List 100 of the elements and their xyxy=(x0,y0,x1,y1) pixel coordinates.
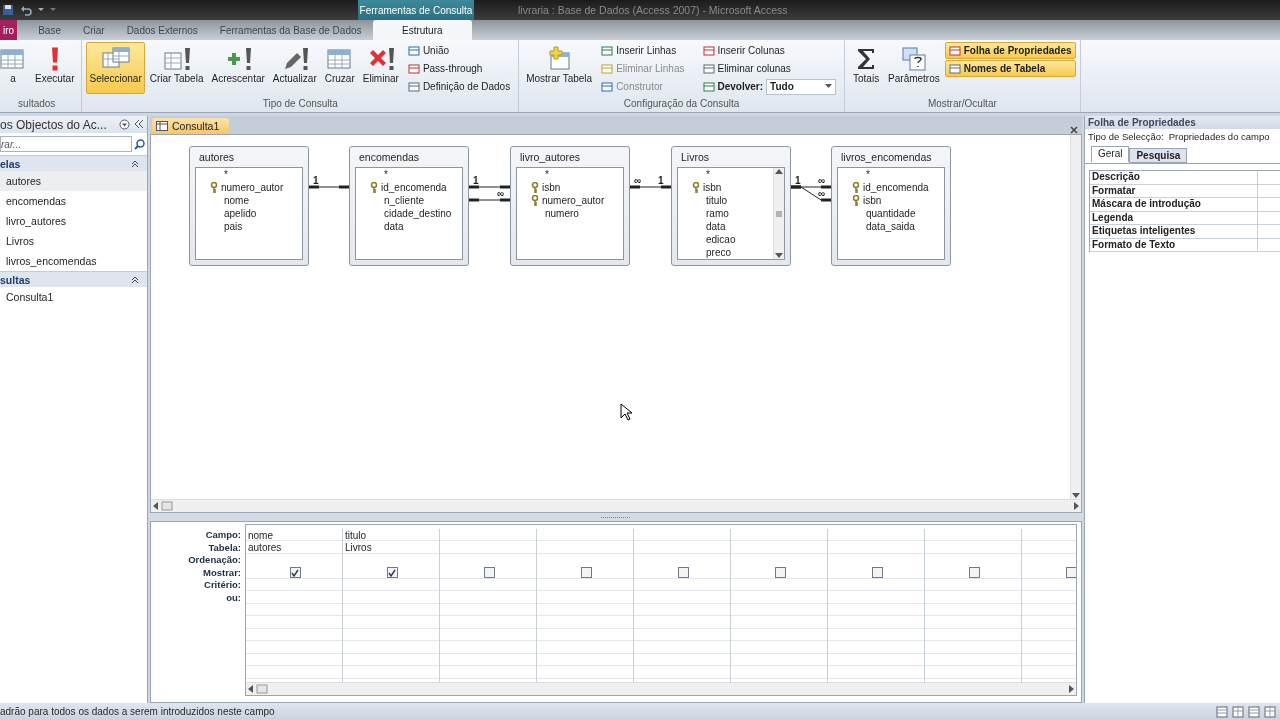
search-field[interactable]: rar... xyxy=(0,136,132,152)
field-name[interactable]: * xyxy=(210,169,228,180)
field-name[interactable]: quantidade xyxy=(866,208,916,219)
ribbon-button[interactable]: Pass-through xyxy=(403,60,515,77)
table-box[interactable]: Livros * isbn titulo ramo data edicao preco xyxy=(671,146,791,266)
nav-item[interactable]: Livros xyxy=(0,231,147,251)
property-name: Legenda xyxy=(1090,211,1258,224)
horizontal-scrollbar[interactable] xyxy=(151,499,1081,512)
ribbon-tab[interactable]: Dados Externos xyxy=(115,20,209,40)
ribbon-button[interactable]: Seleccionar xyxy=(86,42,145,94)
table-box[interactable]: encomendas * id_encomenda n_cliente cidade_destino data xyxy=(349,146,469,266)
field-name[interactable]: nome xyxy=(224,195,249,206)
table-box[interactable]: autores * numero_autor nome apelido pais xyxy=(189,146,309,266)
field-name[interactable]: numero_autor xyxy=(221,182,284,193)
field-name[interactable]: pais xyxy=(224,221,243,232)
show-checkbox[interactable] xyxy=(677,567,689,579)
ribbon-button[interactable]: a xyxy=(0,42,30,94)
property-tab[interactable]: Geral xyxy=(1091,146,1130,162)
nav-item[interactable]: encomendas xyxy=(0,191,147,211)
field-name[interactable]: * xyxy=(692,169,710,180)
table-box[interactable]: livro_autores * isbn numero_autor numero xyxy=(510,146,630,266)
grid-cell[interactable]: titulo xyxy=(345,529,367,541)
ribbon-tab[interactable]: Ferramentas da Base de Dados xyxy=(208,20,373,40)
field-name[interactable]: edicao xyxy=(706,234,736,245)
view-icon xyxy=(1232,705,1244,718)
row-label: Critério: xyxy=(203,579,242,592)
vertical-scrollbar[interactable] xyxy=(1070,135,1081,499)
show-checkbox[interactable] xyxy=(386,567,398,579)
dropdown-icon xyxy=(119,119,130,130)
ribbon-button[interactable]: Executar xyxy=(32,42,78,94)
ribbon-button[interactable]: Inserir Colunas xyxy=(698,42,841,59)
nav-item[interactable]: Consulta1 xyxy=(0,287,147,307)
field-name[interactable]: titulo xyxy=(706,195,728,206)
relationship-line xyxy=(307,185,351,189)
cardinality-label: 1 xyxy=(795,176,801,186)
field-name[interactable]: * xyxy=(370,169,388,180)
collapse-icon xyxy=(131,275,139,284)
show-checkbox[interactable] xyxy=(871,567,883,579)
field-name[interactable]: isbn xyxy=(863,195,882,206)
ribbon-tab[interactable]: Estrutura xyxy=(372,20,472,40)
field-name[interactable]: isbn xyxy=(542,182,561,193)
property-name: Etiquetas inteligentes xyxy=(1090,225,1258,238)
table-box[interactable]: livros_encomendas * id_encomenda isbn quantidade data_saida xyxy=(831,146,951,266)
property-tab[interactable]: Pesquisa xyxy=(1129,148,1188,163)
grid-cell[interactable]: autores xyxy=(248,542,282,554)
field-name[interactable]: preco xyxy=(706,247,731,258)
view-icon xyxy=(1264,705,1276,718)
ribbon-button[interactable]: Nomes de Tabela xyxy=(944,60,1076,77)
dropdown-value: Tudo xyxy=(770,81,794,92)
show-checkbox[interactable] xyxy=(1065,567,1076,579)
show-checkbox[interactable] xyxy=(774,567,786,579)
field-name[interactable]: data_saida xyxy=(866,221,915,232)
grid-cell[interactable]: nome xyxy=(248,529,273,541)
field-name[interactable]: numero_autor xyxy=(542,195,605,206)
nav-section-header[interactable]: sultas xyxy=(0,271,147,287)
ribbon-button[interactable]: Definição de Dados xyxy=(403,78,515,95)
ribbon-button[interactable]: Criar Tabela xyxy=(146,42,207,94)
return-dropdown[interactable]: Devolver: Tudo xyxy=(698,78,841,95)
field-name[interactable]: isbn xyxy=(703,182,722,193)
exclamation-icon xyxy=(50,47,59,71)
field-name[interactable]: * xyxy=(852,169,870,180)
ribbon-button[interactable]: Parâmetros xyxy=(885,42,943,94)
field-name[interactable]: numero xyxy=(545,208,579,219)
show-checkbox[interactable] xyxy=(968,567,980,579)
field-name[interactable]: n_cliente xyxy=(384,195,425,206)
ribbon-tab[interactable]: Criar xyxy=(71,20,116,40)
field-name[interactable]: ramo xyxy=(706,208,729,219)
horizontal-scrollbar[interactable] xyxy=(246,682,1076,695)
ribbon-button[interactable]: Eliminar xyxy=(359,42,402,94)
ribbon-button[interactable]: Eliminar colunas xyxy=(698,60,841,77)
ribbon-button[interactable]: Cruzar xyxy=(321,42,358,94)
ribbon-button[interactable]: Actualizar xyxy=(269,42,320,94)
field-name[interactable]: data xyxy=(384,221,404,232)
nav-section-header[interactable]: elas xyxy=(0,155,147,171)
group-label: Configuração da Consulta xyxy=(622,98,741,111)
document-tab[interactable]: Consulta1 xyxy=(152,118,230,134)
show-checkbox[interactable] xyxy=(483,567,495,579)
scrollbar[interactable] xyxy=(773,168,784,259)
nav-item[interactable]: livro_autores xyxy=(0,211,147,231)
field-name[interactable]: cidade_destino xyxy=(384,208,452,219)
nav-item[interactable]: livros_encomendas xyxy=(0,251,147,271)
file-tab[interactable]: iro xyxy=(0,20,18,40)
field-name[interactable]: id_encomenda xyxy=(863,182,929,193)
ribbon-button[interactable]: Folha de Propriedades xyxy=(944,42,1076,59)
field-name[interactable]: id_encomenda xyxy=(381,182,447,193)
field-name[interactable]: * xyxy=(531,169,549,180)
ribbon-button[interactable]: União xyxy=(403,42,515,59)
ribbon-button[interactable]: Inserir Linhas xyxy=(597,42,689,59)
left-arrow-icon xyxy=(246,684,256,694)
field-name[interactable]: apelido xyxy=(224,208,257,219)
show-checkbox[interactable] xyxy=(580,567,592,579)
show-checkbox[interactable] xyxy=(289,567,301,579)
ribbon-button[interactable]: Totais xyxy=(849,42,884,94)
ribbon-button[interactable]: Mostrar Tabela xyxy=(523,42,596,94)
field-name[interactable]: data xyxy=(706,221,726,232)
grid-cell[interactable]: Livros xyxy=(345,542,372,554)
cardinality-label: ∞ xyxy=(497,189,505,199)
ribbon-tab[interactable]: Base xyxy=(27,20,72,40)
nav-item[interactable]: autores xyxy=(0,171,147,191)
ribbon-button[interactable]: Acrescentar xyxy=(208,42,268,94)
